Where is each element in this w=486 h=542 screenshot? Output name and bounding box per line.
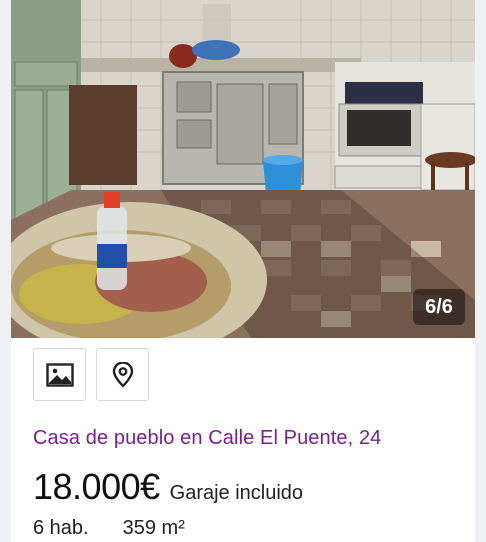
feature-area: 359 m² — [122, 517, 185, 539]
price-row: 18.000€ Garaje incluido — [33, 466, 303, 508]
listing-actions — [33, 348, 149, 401]
listing-photo[interactable]: 6/6 — [11, 0, 475, 338]
listing-price: 18.000€ — [33, 466, 160, 507]
kitchen-photo-illustration — [11, 0, 475, 338]
photo-counter: 6/6 — [413, 289, 465, 325]
image-icon — [45, 362, 74, 387]
listing-title[interactable]: Casa de pueblo en Calle El Puente, 24 — [33, 427, 381, 450]
map-button[interactable] — [96, 348, 149, 401]
listing-features: 6 hab. 359 m² — [33, 517, 185, 540]
price-extra: Garaje incluido — [169, 482, 304, 504]
map-pin-icon — [112, 361, 133, 387]
listing-card[interactable]: 6/6 Casa de pueblo en Calle El Puente, 2… — [11, 0, 475, 542]
photos-button[interactable] — [33, 348, 86, 401]
feature-rooms: 6 hab. — [33, 517, 89, 539]
